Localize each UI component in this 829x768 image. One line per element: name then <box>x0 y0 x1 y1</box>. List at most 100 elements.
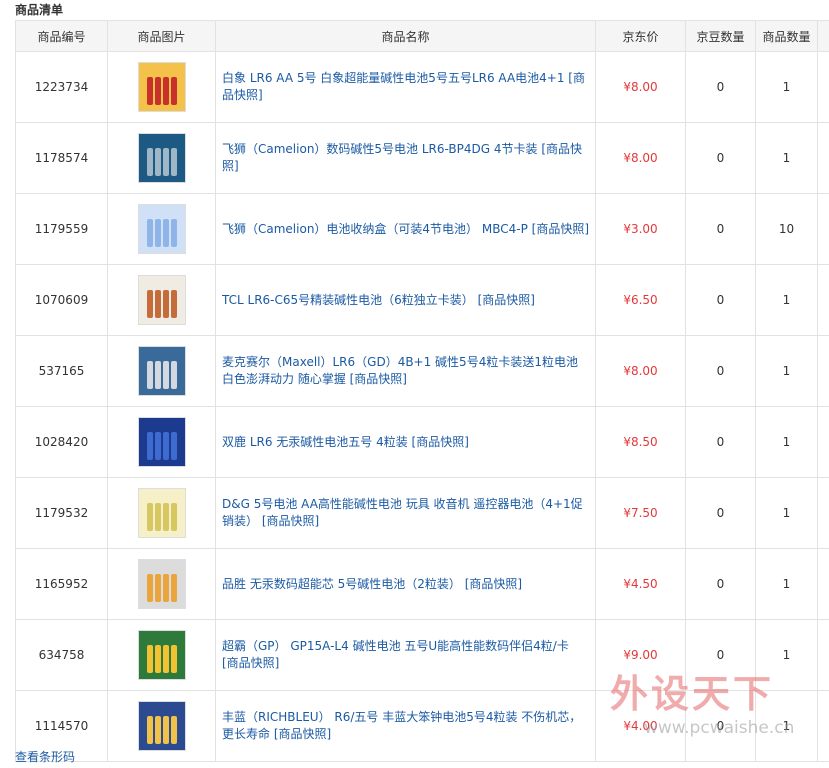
battery-cell-graphic <box>170 290 177 318</box>
watermark-url: www.pcwaishe.cn <box>644 718 795 738</box>
table-row: 1179532 D&G 5号电池 AA高性能碱性电池 玩具 收音机 遥控器电池（4… <box>15 477 829 549</box>
battery-cell-graphic <box>154 574 161 602</box>
battery-cell-graphic <box>162 148 169 176</box>
battery-cell-graphic <box>146 574 153 602</box>
row-op[interactable]: B <box>817 193 829 265</box>
product-id: 1179559 <box>15 193 108 265</box>
battery-cell-graphic <box>154 432 161 460</box>
table-row: 537165 麦克赛尔（Maxell）LR6（GD）4B+1 碱性5号4粒卡装送1… <box>15 335 829 407</box>
product-name-link[interactable]: 飞狮（Camelion）电池收纳盒（可装4节电池） MBC4-P [商品快照] <box>215 193 596 265</box>
table-header-row: 商品编号 商品图片 商品名称 京东价 京豆数量 商品数量 <box>15 20 829 52</box>
product-qty: 1 <box>755 335 818 407</box>
battery-cell-graphic <box>154 645 161 673</box>
product-name-link[interactable]: 丰蓝（RICHBLEU） R6/五号 丰蓝大笨钟电池5号4粒装 不伤机芯，更长寿… <box>215 690 596 762</box>
product-name-link[interactable]: 麦克赛尔（Maxell）LR6（GD）4B+1 碱性5号4粒卡装送1粒电池 白色… <box>215 335 596 407</box>
product-thumbnail[interactable] <box>137 62 186 112</box>
battery-cell-graphic <box>162 503 169 531</box>
product-name-link[interactable]: 飞狮（Camelion）数码碱性5号电池 LR6-BP4DG 4节卡装 [商品快… <box>215 122 596 194</box>
product-image-cell <box>107 619 216 691</box>
product-qty: 1 <box>755 406 818 478</box>
product-name-link[interactable]: 双鹿 LR6 无汞碱性电池五号 4粒装 [商品快照] <box>215 406 596 478</box>
table-row: 1165952 品胜 无汞数码超能芯 5号碱性电池（2粒装） [商品快照] ¥4.5… <box>15 548 829 620</box>
product-price: ¥4.50 <box>595 548 686 620</box>
product-beans: 0 <box>685 406 756 478</box>
product-name-link[interactable]: 超霸（GP） GP15A-L4 碱性电池 五号U能高性能数码伴侣4粒/卡 [商品… <box>215 619 596 691</box>
header-qty: 商品数量 <box>755 20 818 52</box>
battery-cell-graphic <box>146 148 153 176</box>
product-id: 537165 <box>15 335 108 407</box>
battery-cell-graphic <box>170 645 177 673</box>
battery-cell-graphic <box>154 148 161 176</box>
product-image-cell <box>107 335 216 407</box>
battery-cell-graphic <box>170 574 177 602</box>
product-name-link[interactable]: TCL LR6-C65号精装碱性电池（6粒独立卡装） [商品快照] <box>215 264 596 336</box>
watermark: 外设天下 www.pcwaishe.cn <box>610 663 794 738</box>
battery-cell-graphic <box>170 219 177 247</box>
battery-cell-graphic <box>154 290 161 318</box>
row-op[interactable]: B <box>817 335 829 407</box>
product-price: ¥7.50 <box>595 477 686 549</box>
battery-cell-graphic <box>170 77 177 105</box>
product-name-link[interactable]: D&G 5号电池 AA高性能碱性电池 玩具 收音机 遥控器电池（4+1促销装） … <box>215 477 596 549</box>
battery-cell-graphic <box>146 645 153 673</box>
header-name: 商品名称 <box>215 20 596 52</box>
product-thumbnail[interactable] <box>137 204 186 254</box>
product-beans: 0 <box>685 477 756 549</box>
product-thumbnail[interactable] <box>137 559 186 609</box>
row-op[interactable]: B <box>817 51 829 123</box>
product-price: ¥3.00 <box>595 193 686 265</box>
product-id: 1070609 <box>15 264 108 336</box>
product-name-link[interactable]: 品胜 无汞数码超能芯 5号碱性电池（2粒装） [商品快照] <box>215 548 596 620</box>
product-thumbnail[interactable] <box>137 701 186 751</box>
table-row: 1223734 白象 LR6 AA 5号 白象超能量碱性电池5号五号LR6 AA电… <box>15 51 829 123</box>
row-op[interactable]: B <box>817 122 829 194</box>
section-title: 商品清单 <box>15 3 64 17</box>
product-qty: 1 <box>755 51 818 123</box>
header-id: 商品编号 <box>15 20 108 52</box>
battery-cell-graphic <box>162 361 169 389</box>
battery-cell-graphic <box>146 361 153 389</box>
row-op[interactable]: B <box>817 477 829 549</box>
product-table: 商品编号 商品图片 商品名称 京东价 京豆数量 商品数量 1223734 白象 L… <box>15 20 829 762</box>
product-price: ¥8.00 <box>595 122 686 194</box>
row-op[interactable]: B <box>817 690 829 762</box>
battery-cell-graphic <box>162 77 169 105</box>
battery-cell-graphic <box>146 716 153 744</box>
battery-cell-graphic <box>162 219 169 247</box>
product-beans: 0 <box>685 548 756 620</box>
battery-cell-graphic <box>162 645 169 673</box>
product-beans: 0 <box>685 122 756 194</box>
row-op[interactable]: B <box>817 619 829 691</box>
product-id: 1179532 <box>15 477 108 549</box>
product-thumbnail[interactable] <box>137 346 186 396</box>
product-name-link[interactable]: 白象 LR6 AA 5号 白象超能量碱性电池5号五号LR6 AA电池4+1 [商… <box>215 51 596 123</box>
battery-cell-graphic <box>170 503 177 531</box>
header-price: 京东价 <box>595 20 686 52</box>
product-image-cell <box>107 690 216 762</box>
view-barcode-link[interactable]: 查看条形码 <box>15 748 75 765</box>
battery-cell-graphic <box>162 432 169 460</box>
product-thumbnail[interactable] <box>137 630 186 680</box>
battery-cell-graphic <box>146 503 153 531</box>
row-op[interactable]: B <box>817 406 829 478</box>
header-image: 商品图片 <box>107 20 216 52</box>
product-beans: 0 <box>685 193 756 265</box>
battery-cell-graphic <box>154 716 161 744</box>
product-image-cell <box>107 193 216 265</box>
product-image-cell <box>107 406 216 478</box>
header-extra <box>817 20 829 52</box>
product-thumbnail[interactable] <box>137 275 186 325</box>
product-beans: 0 <box>685 264 756 336</box>
product-thumbnail[interactable] <box>137 417 186 467</box>
row-op[interactable]: B <box>817 264 829 336</box>
battery-cell-graphic <box>162 716 169 744</box>
row-op[interactable]: B <box>817 548 829 620</box>
battery-cell-graphic <box>146 290 153 318</box>
product-thumbnail[interactable] <box>137 488 186 538</box>
product-thumbnail[interactable] <box>137 133 186 183</box>
product-qty: 1 <box>755 264 818 336</box>
table-row: 1178574 飞狮（Camelion）数码碱性5号电池 LR6-BP4DG 4节… <box>15 122 829 194</box>
product-id: 1028420 <box>15 406 108 478</box>
header-beans: 京豆数量 <box>685 20 756 52</box>
battery-cell-graphic <box>146 432 153 460</box>
